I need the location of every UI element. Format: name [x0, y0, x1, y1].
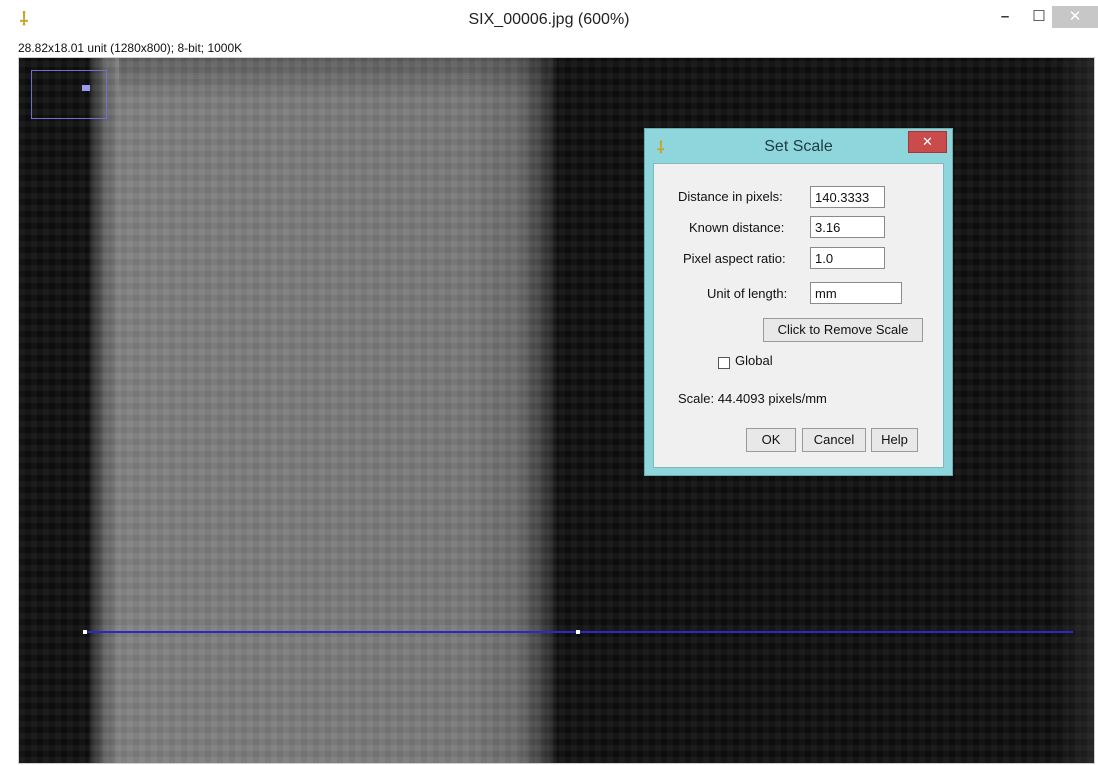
navigator-box[interactable] — [31, 70, 107, 119]
dialog-body: Distance in pixels: Known distance: Pixe… — [653, 163, 944, 468]
image-info: 28.82x18.01 unit (1280x800); 8-bit; 1000… — [18, 41, 243, 55]
window-title: SIX_00006.jpg (600%) — [468, 11, 630, 28]
set-scale-dialog: ⸸ Set Scale ✕ Distance in pixels: Known … — [644, 128, 953, 476]
global-checkbox[interactable] — [718, 357, 730, 369]
scale-readout: Scale: 44.4093 pixels/mm — [678, 391, 827, 406]
aspect-ratio-input[interactable] — [810, 247, 885, 269]
line-handle-mid[interactable] — [576, 630, 580, 634]
remove-scale-button[interactable]: Click to Remove Scale — [763, 318, 923, 342]
close-button[interactable]: ✕ — [1052, 6, 1098, 28]
aspect-ratio-label: Pixel aspect ratio: — [683, 251, 786, 266]
global-label: Global — [735, 353, 773, 368]
known-distance-input[interactable] — [810, 216, 885, 238]
known-distance-label: Known distance: — [689, 220, 785, 235]
dialog-titlebar[interactable]: ⸸ Set Scale ✕ — [645, 129, 952, 163]
help-button[interactable]: Help — [871, 428, 918, 452]
unit-label: Unit of length: — [707, 286, 788, 301]
cancel-button[interactable]: Cancel — [802, 428, 866, 452]
unit-input[interactable] — [810, 282, 902, 304]
navigator-marker — [82, 85, 90, 91]
distance-label: Distance in pixels: — [678, 189, 783, 204]
dialog-close-button[interactable]: ✕ — [908, 131, 947, 153]
line-handle-start[interactable] — [83, 630, 87, 634]
window-titlebar[interactable]: ⸸ SIX_00006.jpg (600%) – ☐ ✕ — [0, 0, 1098, 40]
minimize-button[interactable]: – — [988, 6, 1022, 28]
maximize-button[interactable]: ☐ — [1022, 6, 1056, 28]
dialog-title: Set Scale — [764, 138, 833, 155]
ok-button[interactable]: OK — [746, 428, 796, 452]
distance-input[interactable] — [810, 186, 885, 208]
right-edge-shading — [1054, 58, 1094, 763]
